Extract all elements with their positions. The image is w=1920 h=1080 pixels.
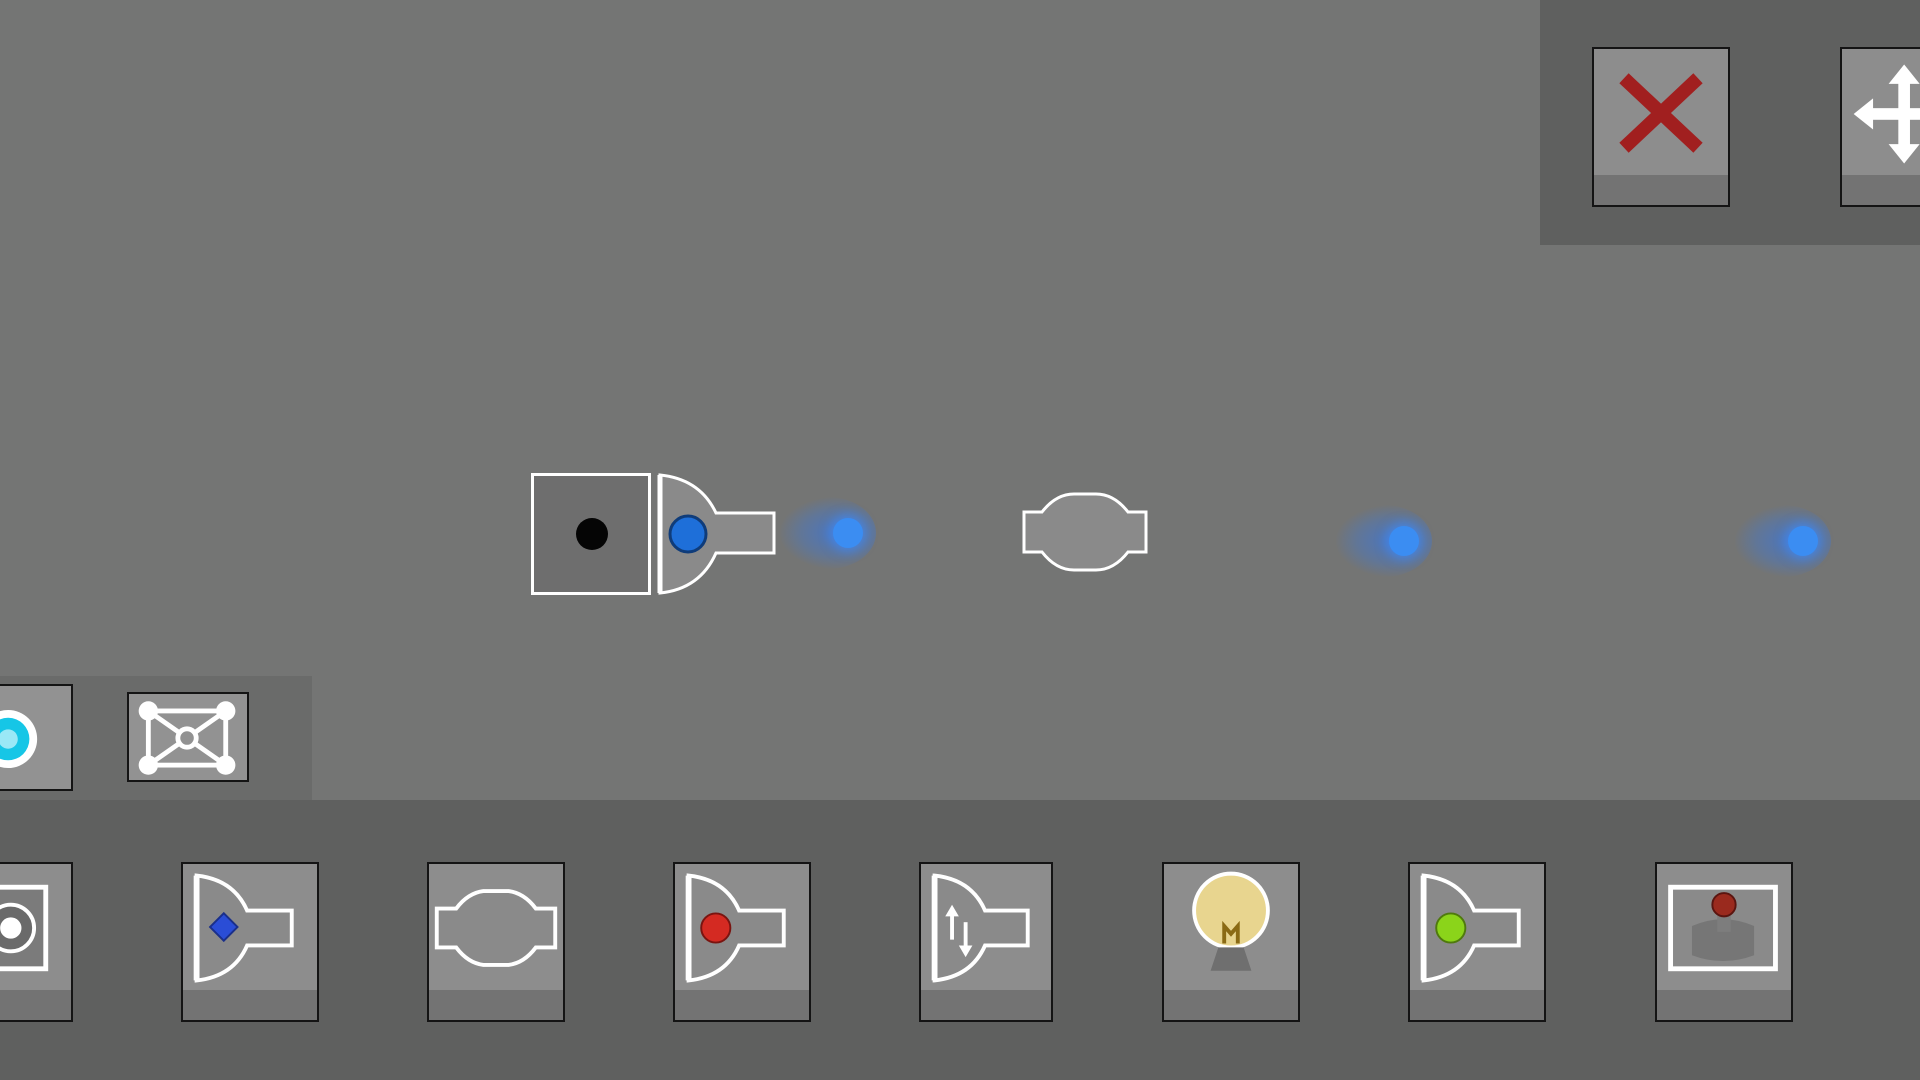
palette-item-green-emitter[interactable] — [1408, 862, 1546, 1022]
move-arrows-icon — [1853, 64, 1920, 164]
light-bulb-icon — [1192, 871, 1270, 971]
joystick-icon — [1668, 884, 1778, 972]
blue-emitter[interactable] — [656, 473, 780, 597]
connector-icon — [434, 889, 558, 967]
top-toolbar — [1540, 0, 1920, 245]
palette-item-red-emitter[interactable] — [673, 862, 811, 1022]
frame-button[interactable] — [127, 692, 249, 782]
palette-item-blue-emitter[interactable] — [181, 862, 319, 1022]
palette-item-joystick[interactable] — [1655, 862, 1793, 1022]
connector-node[interactable] — [1022, 490, 1148, 574]
sensor-block[interactable] — [531, 473, 651, 595]
energy-particle — [780, 497, 876, 569]
node-frame-icon — [138, 701, 236, 775]
delete-button[interactable] — [1592, 47, 1730, 207]
game-scene — [0, 0, 1920, 1080]
mini-toolbar — [0, 676, 312, 800]
up-down-emitter-icon — [931, 873, 1030, 983]
cyan-ring-icon — [0, 710, 38, 769]
move-button[interactable] — [1840, 47, 1920, 207]
portal-button[interactable] — [0, 684, 73, 791]
palette-item-sensor[interactable] — [0, 862, 73, 1022]
palette-item-up-down-emitter[interactable] — [919, 862, 1053, 1022]
close-icon — [1619, 73, 1703, 153]
sensor-block-icon — [0, 884, 49, 972]
energy-particle — [1336, 505, 1432, 577]
energy-particle — [1735, 505, 1831, 577]
palette-item-connector[interactable] — [427, 862, 565, 1022]
sensor-dot — [576, 518, 608, 550]
parts-palette — [0, 800, 1920, 1080]
green-emitter-icon — [1420, 873, 1521, 983]
palette-item-light-bulb[interactable] — [1162, 862, 1300, 1022]
blue-emitter-icon — [193, 873, 294, 983]
red-emitter-icon — [685, 873, 786, 983]
